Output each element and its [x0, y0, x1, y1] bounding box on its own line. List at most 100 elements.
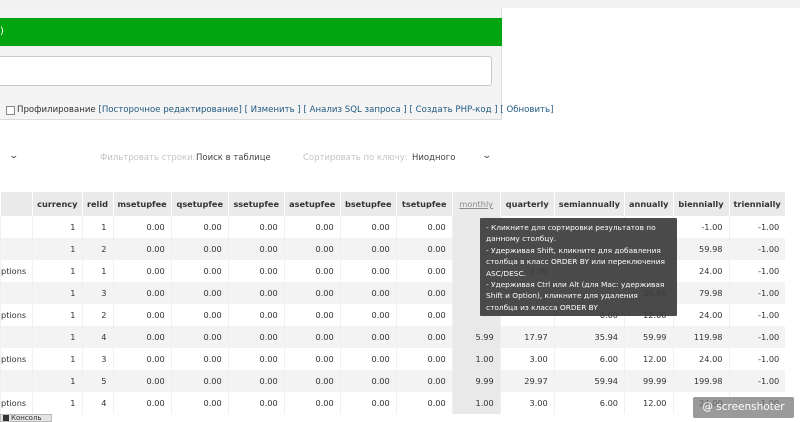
column-header-monthly[interactable]: monthly — [451, 192, 501, 216]
table-cell: -1.00 — [728, 260, 786, 282]
console-label: Консоль — [11, 414, 42, 422]
console-button[interactable]: Консоль — [0, 414, 52, 422]
table-cell: 1 — [81, 260, 113, 282]
table-cell: 9.99 — [451, 370, 501, 392]
table-cell: 29.97 — [499, 370, 555, 392]
table-cell: 59.99 — [624, 326, 673, 348]
table-cell: 0.00 — [112, 348, 172, 370]
inline-edit-link[interactable]: [Посторочное редактирование] — [98, 105, 241, 115]
table-cell: 0.00 — [339, 216, 397, 238]
table-cell: 0.00 — [395, 216, 453, 238]
table-cell: 1 — [32, 370, 82, 392]
table-cell: 6.00 — [553, 348, 625, 370]
table-cell: 0.00 — [170, 304, 229, 326]
table-cell: 24.00 — [672, 348, 729, 370]
column-header-qsetupfee[interactable]: qsetupfee — [170, 192, 229, 216]
table-cell: 0.00 — [283, 260, 341, 282]
column-header-msetupfee[interactable]: msetupfee — [112, 192, 172, 216]
profiling-checkbox[interactable] — [6, 105, 15, 115]
table-cell: -1.00 — [728, 216, 786, 238]
table-cell: 12.00 — [624, 392, 673, 414]
table-cell — [0, 370, 33, 392]
table-cell: -1.00 — [728, 304, 786, 326]
console-icon — [3, 415, 9, 421]
table-cell: 0.00 — [170, 370, 229, 392]
table-cell: 0.00 — [339, 304, 397, 326]
table-cell: 0.00 — [283, 216, 341, 238]
table-cell: 0.00 — [227, 216, 285, 238]
table-cell: 3 — [81, 282, 113, 304]
table-cell: 1 — [32, 392, 82, 414]
table-cell: 0.00 — [170, 326, 229, 348]
table-cell: 0.00 — [283, 348, 341, 370]
table-cell: 0.00 — [395, 304, 453, 326]
table-cell: 0.00 — [227, 348, 285, 370]
chevron-down-icon[interactable]: ⌄ — [8, 151, 19, 161]
table-cell: 4 — [81, 392, 113, 414]
column-header-annually[interactable]: annually — [624, 192, 674, 216]
table-cell: 0.00 — [227, 304, 285, 326]
table-cell: 1 — [32, 348, 82, 370]
table-cell: 3.00 — [499, 348, 555, 370]
table-cell: 0.00 — [339, 238, 397, 260]
table-cell: 0.00 — [339, 392, 397, 414]
table-cell: 0.00 — [170, 392, 229, 414]
column-header-quarterly[interactable]: quarterly — [499, 192, 555, 216]
column-header-currency[interactable]: currency — [32, 192, 83, 216]
table-cell: 0.00 — [227, 326, 285, 348]
tooltip-line: данному столбцу. — [486, 234, 557, 244]
table-cell: 5.99 — [451, 326, 501, 348]
column-header-bsetupfee[interactable]: bsetupfee — [339, 192, 397, 216]
table-cell: 0.00 — [283, 370, 341, 392]
table-cell: 0.00 — [170, 216, 229, 238]
table-cell: 59.98 — [672, 238, 729, 260]
column-header-relid[interactable]: relid — [81, 192, 114, 216]
table-cell: 1 — [81, 216, 113, 238]
table-cell: 119.98 — [672, 326, 729, 348]
table-cell — [0, 326, 33, 348]
sort-label: Сортировать по ключу: — [303, 153, 408, 163]
column-header-semiannually[interactable]: semiannually — [553, 192, 626, 216]
table-cell: 0.00 — [227, 238, 285, 260]
table-cell: 0.00 — [395, 260, 453, 282]
column-header-asetupfee[interactable]: asetupfee — [283, 192, 341, 216]
table-row[interactable]: ptions 1 3 0.00 0.00 0.00 0.00 0.00 0.00 1.00 3.00… — [0, 348, 786, 370]
table-row[interactable]: 1 4 0.00 0.00 0.00 0.00 0.00 0.00 5.99 17.97 35.94… — [0, 326, 786, 348]
tooltip-line: ASC/DESC. — [486, 268, 526, 278]
table-cell: 0.00 — [227, 260, 285, 282]
refresh-link[interactable]: [ Обновить] — [500, 105, 553, 115]
table-cell: -1.00 — [728, 370, 786, 392]
table-cell: 0.00 — [112, 370, 172, 392]
table-cell: -1.00 — [728, 348, 786, 370]
table-cell: -1.00 — [728, 282, 786, 304]
table-cell: 0.00 — [170, 282, 229, 304]
table-cell: 0.00 — [395, 282, 453, 304]
table-cell: 0.00 — [395, 392, 453, 414]
table-row[interactable]: ptions 1 4 0.00 0.00 0.00 0.00 0.00 0.00 1.00 3.00… — [0, 392, 786, 414]
column-header-ssetupfee[interactable]: ssetupfee — [227, 192, 285, 216]
create-php-link[interactable]: [ Создать PHP-код ] — [409, 105, 497, 115]
table-cell: 0.00 — [112, 216, 172, 238]
table-cell: 6.00 — [553, 392, 625, 414]
table-cell: 0.00 — [395, 326, 453, 348]
top-strip — [0, 0, 800, 8]
column-header-biennially[interactable]: biennially — [672, 192, 730, 216]
column-header[interactable] — [0, 192, 34, 216]
sql-query-box[interactable] — [0, 56, 492, 86]
analyze-sql-link[interactable]: [ Анализ SQL запроса ] — [304, 105, 407, 115]
table-cell: 24.00 — [672, 304, 729, 326]
table-cell: 35.94 — [553, 326, 625, 348]
table-cell: 0.00 — [395, 348, 453, 370]
column-header-triennially[interactable]: triennially — [728, 192, 786, 216]
filter-input[interactable]: Поиск в таблице — [196, 153, 271, 163]
success-message: ) — [0, 18, 502, 46]
column-header-tsetupfee[interactable]: tsetupfee — [395, 192, 453, 216]
table-row[interactable]: 1 5 0.00 0.00 0.00 0.00 0.00 0.00 9.99 29.97 59.94… — [0, 370, 786, 392]
sort-select[interactable]: Ниодного — [412, 153, 455, 163]
edit-link[interactable]: [ Изменить ] — [245, 105, 301, 115]
chevron-down-icon[interactable]: ⌄ — [481, 151, 492, 161]
table-cell: 0.00 — [112, 282, 172, 304]
table-cell: 1 — [32, 238, 82, 260]
table-cell: 99.99 — [624, 370, 673, 392]
table-cell: 2 — [81, 238, 113, 260]
